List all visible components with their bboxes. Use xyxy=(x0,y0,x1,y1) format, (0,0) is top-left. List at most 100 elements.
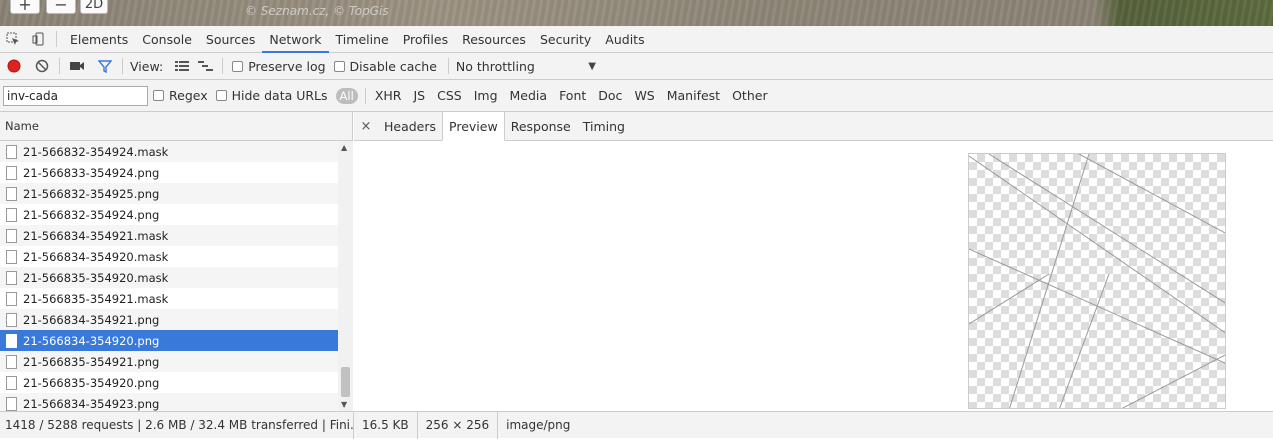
request-name: 21-566832-354925.png xyxy=(23,186,160,201)
table-row[interactable]: 21-566835-354920.mask xyxy=(0,267,338,288)
filter-media[interactable]: Media xyxy=(504,88,554,103)
file-icon xyxy=(6,165,17,180)
status-bar: 1418 / 5288 requests | 2.6 MB / 32.4 MB … xyxy=(0,411,1273,439)
tab-preview[interactable]: Preview xyxy=(442,111,505,141)
regex-box[interactable] xyxy=(153,90,164,101)
tab-network[interactable]: Network xyxy=(262,26,329,53)
disable-cache-checkbox[interactable]: Disable cache xyxy=(333,58,437,74)
file-icon xyxy=(6,312,17,327)
scroll-up-icon[interactable]: ▲ xyxy=(341,143,347,152)
tab-sources[interactable]: Sources xyxy=(199,26,262,53)
file-icon xyxy=(6,144,17,159)
filter-manifest[interactable]: Manifest xyxy=(661,88,726,103)
request-name: 21-566835-354920.mask xyxy=(23,270,169,285)
preserve-log-checkbox[interactable]: Preserve log xyxy=(232,59,326,74)
filter-icon[interactable] xyxy=(91,53,119,80)
hide-data-urls-label: Hide data URLs xyxy=(231,88,328,103)
filter-bar: Regex Hide data URLs All XHR JS CSS Img … xyxy=(0,80,1273,112)
image-dimensions: 256 × 256 xyxy=(418,411,499,439)
filter-css[interactable]: CSS xyxy=(431,88,468,103)
file-icon xyxy=(6,375,17,390)
filter-all[interactable]: All xyxy=(335,87,358,104)
detail-tabbar: × Headers Preview Response Timing xyxy=(354,111,1273,141)
file-icon xyxy=(6,270,17,285)
map-view[interactable]: + − 2D © Seznam.cz, © TopGis xyxy=(0,0,1273,26)
request-name: 21-566834-354921.mask xyxy=(23,228,169,243)
table-row[interactable]: 21-566832-354924.png xyxy=(0,204,338,225)
view-mode-button[interactable]: 2D xyxy=(80,0,108,14)
table-row[interactable]: 21-566832-354925.png xyxy=(0,183,338,204)
filter-xhr[interactable]: XHR xyxy=(369,88,408,103)
regex-label: Regex xyxy=(169,88,208,103)
file-icon xyxy=(6,354,17,369)
table-row[interactable]: 21-566835-354920.png xyxy=(0,372,338,393)
hide-data-urls-box[interactable] xyxy=(215,90,227,101)
scrollbar-thumb[interactable] xyxy=(341,367,350,397)
table-row[interactable]: 21-566832-354924.mask xyxy=(0,141,338,162)
throttling-value: No throttling xyxy=(455,58,535,74)
table-row[interactable]: 21-566835-354921.mask xyxy=(0,288,338,309)
filter-ws[interactable]: WS xyxy=(628,88,660,103)
device-mode-icon[interactable] xyxy=(26,26,52,53)
filter-input[interactable] xyxy=(3,85,148,106)
resource-size: 16.5 KB xyxy=(354,411,418,439)
request-name: 21-566834-354920.mask xyxy=(23,249,169,264)
scroll-down-icon[interactable]: ▼ xyxy=(341,400,347,409)
map-credit: © Seznam.cz, © TopGis xyxy=(245,4,389,18)
file-icon xyxy=(6,333,17,348)
tab-timing[interactable]: Timing xyxy=(577,112,631,141)
table-row[interactable]: 21-566834-354921.png xyxy=(0,309,338,330)
disable-cache-box[interactable] xyxy=(333,60,345,72)
tab-security[interactable]: Security xyxy=(533,26,598,53)
preview-image-lines xyxy=(969,154,1225,408)
filter-doc[interactable]: Doc xyxy=(592,88,628,103)
overview-icon[interactable] xyxy=(193,53,219,80)
chevron-down-icon: ▼ xyxy=(588,60,596,72)
table-row[interactable]: 21-566834-354920.mask xyxy=(0,246,338,267)
capture-screenshots-icon[interactable] xyxy=(63,53,91,80)
table-row[interactable]: 21-566834-354923.png xyxy=(0,393,338,411)
filter-img[interactable]: Img xyxy=(468,88,504,103)
preserve-log-box[interactable] xyxy=(232,60,244,72)
filter-font[interactable]: Font xyxy=(553,88,592,103)
file-icon xyxy=(6,291,17,306)
hide-data-urls-checkbox[interactable]: Hide data URLs xyxy=(215,88,328,103)
tab-timeline[interactable]: Timeline xyxy=(329,26,396,53)
tab-audits[interactable]: Audits xyxy=(598,26,651,53)
mime-type: image/png xyxy=(506,417,571,432)
table-row[interactable]: 21-566834-354921.mask xyxy=(0,225,338,246)
request-name: 21-566832-354924.mask xyxy=(23,144,169,159)
name-column-header[interactable]: Name xyxy=(0,112,352,141)
tab-console[interactable]: Console xyxy=(135,26,199,53)
close-icon[interactable]: × xyxy=(354,119,378,134)
record-icon[interactable] xyxy=(0,53,28,80)
zoom-in-button[interactable]: + xyxy=(10,0,40,14)
request-name: 21-566833-354924.png xyxy=(23,165,160,180)
large-rows-icon[interactable] xyxy=(171,53,193,80)
file-icon xyxy=(6,228,17,243)
filter-js[interactable]: JS xyxy=(407,88,431,103)
regex-checkbox[interactable]: Regex xyxy=(153,88,208,103)
clear-icon[interactable] xyxy=(28,53,56,80)
zoom-out-button[interactable]: − xyxy=(46,0,76,14)
request-rows: 21-566832-354924.mask 21-566833-354924.p… xyxy=(0,141,338,411)
tab-response[interactable]: Response xyxy=(505,112,577,141)
table-row-selected[interactable]: 21-566834-354920.png xyxy=(0,330,338,351)
inspect-element-icon[interactable] xyxy=(0,26,26,53)
image-preview xyxy=(968,153,1226,409)
table-row[interactable]: 21-566833-354924.png xyxy=(0,162,338,183)
tab-resources[interactable]: Resources xyxy=(455,26,533,53)
request-list: Name 21-566832-354924.mask 21-566833-354… xyxy=(0,112,353,411)
file-icon xyxy=(6,207,17,222)
request-name: 21-566834-354921.png xyxy=(23,312,160,327)
disable-cache-label: Disable cache xyxy=(349,58,437,74)
tab-profiles[interactable]: Profiles xyxy=(396,26,455,53)
tab-elements[interactable]: Elements xyxy=(63,26,135,53)
tab-headers[interactable]: Headers xyxy=(378,112,442,141)
request-summary: 1418 / 5288 requests | 2.6 MB / 32.4 MB … xyxy=(0,411,354,439)
throttling-select[interactable]: No throttling ▼ xyxy=(456,59,596,74)
list-scrollbar[interactable]: ▲ ▼ xyxy=(338,141,353,411)
table-row[interactable]: 21-566835-354921.png xyxy=(0,351,338,372)
file-icon xyxy=(6,249,17,264)
filter-other[interactable]: Other xyxy=(726,88,774,103)
